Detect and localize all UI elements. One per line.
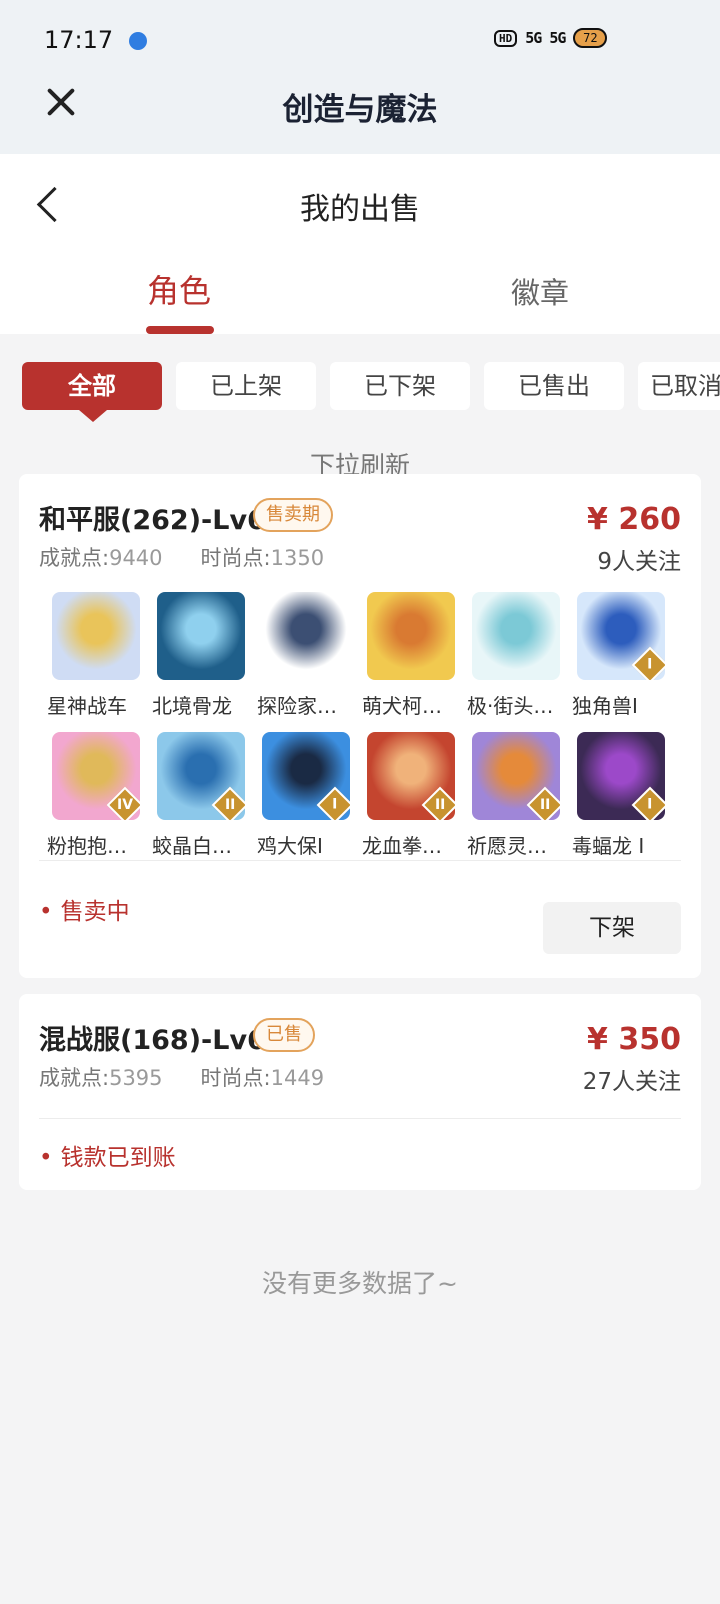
status-badge: 售卖期 bbox=[253, 498, 333, 532]
pet-portrait-image bbox=[472, 592, 560, 680]
pet-portrait-image: II bbox=[367, 732, 455, 820]
listing-price: ¥ 260 bbox=[587, 502, 681, 537]
pet-item[interactable]: I 独角兽I bbox=[558, 592, 665, 719]
active-filter-pointer bbox=[79, 410, 107, 422]
pet-item[interactable]: I 鸡大保I bbox=[243, 732, 350, 859]
notification-icon bbox=[129, 32, 147, 50]
pet-item[interactable]: II 蛟晶白… bbox=[138, 732, 245, 859]
rank-badge: I bbox=[316, 786, 350, 820]
pet-name: 蛟晶白… bbox=[152, 834, 232, 858]
filter-all[interactable]: 全部 bbox=[22, 362, 162, 410]
rank-numeral: I bbox=[647, 657, 653, 673]
pet-item[interactable]: 萌犬柯… bbox=[348, 592, 455, 719]
filter-listed[interactable]: 已上架 bbox=[176, 362, 316, 410]
achievement-label: 成就点: bbox=[39, 546, 110, 570]
pet-portrait-image bbox=[52, 592, 140, 680]
achievement-value: 9440 bbox=[109, 546, 163, 570]
achievement-value: 5395 bbox=[109, 1066, 163, 1090]
rank-numeral: II bbox=[434, 796, 446, 813]
rank-numeral: IV bbox=[116, 796, 134, 813]
listing-card[interactable]: 和平服(262)-Lv69 售卖期 ¥ 260 成就点:9440 时尚点:1350… bbox=[19, 474, 701, 978]
signal-icon: 5G bbox=[549, 29, 566, 47]
rank-badge: II bbox=[526, 786, 560, 820]
no-more-data: 没有更多数据了~ bbox=[262, 1269, 458, 1298]
signal-icon: 5G bbox=[525, 29, 542, 47]
fashion-label: 时尚点: bbox=[200, 546, 271, 570]
pet-name: 星神战车 bbox=[47, 694, 127, 718]
page-title: 我的出售 bbox=[300, 192, 420, 227]
pet-portrait-image: IV bbox=[52, 732, 140, 820]
pet-item[interactable]: II 龙血拳… bbox=[348, 732, 455, 859]
app-header: 17:17 HD 5G 5G 72 创造与魔法 bbox=[0, 0, 720, 154]
pet-name: 独角兽I bbox=[572, 694, 638, 718]
pet-name: 祈愿灵… bbox=[467, 834, 547, 858]
tab-role[interactable]: 角色 bbox=[89, 266, 269, 312]
pet-name: 北境骨龙 bbox=[152, 694, 232, 718]
app-title: 创造与魔法 bbox=[282, 92, 438, 128]
pet-portrait-image: II bbox=[157, 732, 245, 820]
listing-server: 和平服(262)-Lv69 bbox=[39, 505, 285, 536]
pet-item[interactable]: 北境骨龙 bbox=[138, 592, 245, 719]
rank-badge: II bbox=[211, 786, 245, 820]
rank-numeral: II bbox=[224, 796, 236, 813]
pet-name: 探险家… bbox=[257, 694, 337, 718]
rank-numeral: II bbox=[539, 796, 551, 813]
pet-name: 鸡大保I bbox=[257, 834, 323, 858]
divider bbox=[39, 1118, 681, 1119]
pet-item[interactable]: I 毒蝠龙 I bbox=[558, 732, 665, 859]
rank-badge: II bbox=[421, 786, 455, 820]
filter-sold[interactable]: 已售出 bbox=[484, 362, 624, 410]
listing-server: 混战服(168)-Lv69 bbox=[39, 1025, 285, 1056]
filter-chips: 全部 已上架 已下架 已售出 已取消 bbox=[22, 362, 720, 412]
achievement-label: 成就点: bbox=[39, 1066, 110, 1090]
pet-portrait-image: II bbox=[472, 732, 560, 820]
pet-item[interactable]: IV 粉抱抱… bbox=[33, 732, 140, 859]
pet-name: 粉抱抱… bbox=[47, 834, 127, 858]
pet-portrait-image: I bbox=[577, 592, 665, 680]
fashion-value: 1449 bbox=[270, 1066, 325, 1090]
delist-button[interactable]: 下架 bbox=[543, 902, 681, 954]
pet-item[interactable]: 极·街头… bbox=[453, 592, 560, 719]
pet-name: 龙血拳… bbox=[362, 834, 442, 858]
battery-icon: 72 bbox=[573, 28, 608, 48]
fashion-label: 时尚点: bbox=[200, 1066, 271, 1090]
listing-stats: 成就点:9440 时尚点:1350 bbox=[39, 542, 324, 572]
rank-numeral: I bbox=[647, 797, 653, 813]
follower-count: 9人关注 bbox=[597, 549, 681, 575]
hd-icon: HD bbox=[494, 29, 518, 47]
pet-name: 极·街头… bbox=[467, 694, 554, 718]
follower-count: 27人关注 bbox=[582, 1069, 681, 1095]
pet-name: 毒蝠龙 I bbox=[572, 834, 645, 858]
pet-portrait-image bbox=[157, 592, 245, 680]
rank-badge: IV bbox=[106, 786, 140, 820]
pet-portrait-image bbox=[262, 592, 350, 680]
tab-badge[interactable]: 徽章 bbox=[450, 270, 630, 312]
pet-item[interactable]: 探险家… bbox=[243, 592, 350, 719]
listing-state: 售卖中 bbox=[39, 892, 130, 926]
rank-badge: I bbox=[631, 646, 665, 680]
pet-item[interactable]: II 祈愿灵… bbox=[453, 732, 560, 859]
pet-portrait-image bbox=[367, 592, 455, 680]
fashion-value: 1350 bbox=[270, 546, 325, 570]
status-time: 17:17 bbox=[44, 26, 114, 54]
pet-portrait-image: I bbox=[577, 732, 665, 820]
page-header: 我的出售 角色 徽章 bbox=[0, 154, 720, 334]
listing-price: ¥ 350 bbox=[587, 1022, 681, 1057]
pet-item[interactable]: 星神战车 bbox=[33, 592, 140, 719]
listing-stats: 成就点:5395 时尚点:1449 bbox=[39, 1062, 324, 1092]
listing-state: 钱款已到账 bbox=[39, 1138, 176, 1172]
divider bbox=[39, 860, 681, 861]
listing-card[interactable]: 混战服(168)-Lv69 已售 ¥ 350 成就点:5395 时尚点:1449 … bbox=[19, 994, 701, 1190]
tab-active-indicator bbox=[146, 326, 214, 334]
filter-delisted[interactable]: 已下架 bbox=[330, 362, 470, 410]
rank-numeral: I bbox=[332, 797, 338, 813]
pet-name: 萌犬柯… bbox=[362, 694, 442, 718]
status-badge: 已售 bbox=[253, 1018, 315, 1052]
rank-badge: I bbox=[631, 786, 665, 820]
status-indicators: HD 5G 5G 72 bbox=[494, 28, 608, 48]
pet-portrait-image: I bbox=[262, 732, 350, 820]
filter-cancelled[interactable]: 已取消 bbox=[638, 362, 720, 410]
